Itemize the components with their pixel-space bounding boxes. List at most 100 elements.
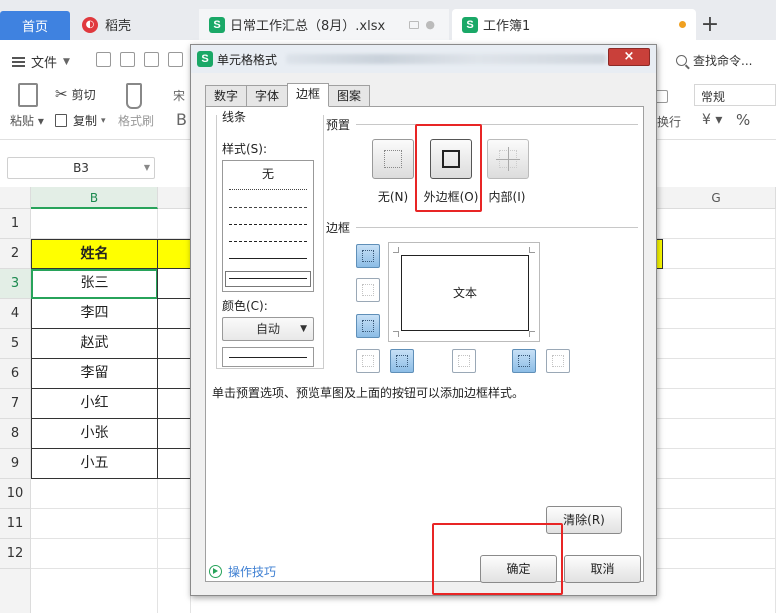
cell[interactable] bbox=[657, 389, 776, 419]
line-style-dashed[interactable] bbox=[229, 207, 307, 208]
tab-workbook1[interactable]: S 工作簿1 bbox=[452, 9, 696, 40]
border-diag-down-button[interactable] bbox=[546, 349, 570, 373]
cell[interactable] bbox=[31, 509, 158, 539]
tab-border[interactable]: 边框 bbox=[287, 83, 330, 107]
row-header[interactable]: 8 bbox=[0, 419, 31, 449]
tab-home[interactable]: 首页 bbox=[0, 11, 70, 40]
border-right-button[interactable] bbox=[512, 349, 536, 373]
cell[interactable] bbox=[657, 569, 776, 613]
cancel-button[interactable]: 取消 bbox=[564, 555, 641, 583]
cell[interactable] bbox=[31, 569, 158, 613]
cell[interactable]: 李四 bbox=[31, 299, 158, 329]
row-header[interactable]: 5 bbox=[0, 329, 31, 359]
row-header[interactable]: 11 bbox=[0, 509, 31, 539]
cell[interactable] bbox=[657, 479, 776, 509]
row-header[interactable]: 12 bbox=[0, 539, 31, 569]
cell[interactable] bbox=[157, 449, 191, 479]
cell[interactable]: 李留 bbox=[31, 359, 158, 389]
cell[interactable]: 赵武 bbox=[31, 329, 158, 359]
tips-link[interactable]: 操作技巧 bbox=[209, 563, 276, 580]
cell[interactable] bbox=[157, 299, 191, 329]
tab-font[interactable]: 字体 bbox=[246, 85, 289, 107]
copy-button[interactable]: 复制 ▾ bbox=[55, 112, 106, 129]
cell[interactable] bbox=[157, 329, 191, 359]
dialog-title-bar[interactable]: S 单元格格式 × bbox=[191, 45, 656, 73]
cell[interactable] bbox=[157, 269, 191, 299]
column-header-b[interactable]: B bbox=[31, 187, 158, 209]
preset-none-button[interactable] bbox=[372, 139, 414, 179]
cell[interactable] bbox=[31, 209, 158, 239]
new-tab-button[interactable]: + bbox=[698, 9, 722, 40]
cell[interactable] bbox=[31, 479, 158, 509]
cell[interactable] bbox=[157, 389, 191, 419]
line-style-none[interactable]: 无 bbox=[223, 165, 313, 182]
row-header[interactable]: 2 bbox=[0, 239, 31, 269]
line-style-thin[interactable] bbox=[229, 258, 307, 259]
select-all-corner[interactable] bbox=[0, 187, 31, 209]
row-header[interactable]: 10 bbox=[0, 479, 31, 509]
percent-button[interactable]: % bbox=[736, 111, 750, 129]
cell[interactable] bbox=[657, 209, 776, 239]
border-preview[interactable]: 文本 bbox=[388, 242, 540, 342]
cell[interactable] bbox=[158, 479, 191, 509]
cell[interactable] bbox=[657, 539, 776, 569]
row-header[interactable]: 9 bbox=[0, 449, 31, 479]
row-header[interactable]: 3 bbox=[0, 269, 31, 299]
tab-daoke[interactable]: ◐ 稻壳 bbox=[72, 9, 198, 40]
cell[interactable] bbox=[157, 359, 191, 389]
cell[interactable]: 小红 bbox=[31, 389, 158, 419]
cell-name-header[interactable]: 姓名 bbox=[31, 239, 158, 269]
cell[interactable] bbox=[158, 569, 191, 613]
cell[interactable] bbox=[657, 359, 776, 389]
currency-button[interactable]: ¥ ▾ bbox=[702, 112, 722, 128]
line-style-dash-dot[interactable] bbox=[229, 224, 307, 225]
number-format-select[interactable]: 常规 bbox=[694, 84, 776, 106]
row-header[interactable]: 7 bbox=[0, 389, 31, 419]
tab-pattern[interactable]: 图案 bbox=[328, 85, 371, 107]
border-top-button[interactable] bbox=[356, 244, 380, 268]
row-header[interactable]: 6 bbox=[0, 359, 31, 389]
cell-selected[interactable]: 张三 bbox=[31, 269, 158, 299]
save-icon[interactable] bbox=[96, 52, 111, 67]
row-header[interactable]: 1 bbox=[0, 209, 31, 239]
cell[interactable] bbox=[158, 209, 191, 239]
border-bottom-button[interactable] bbox=[356, 314, 380, 338]
print-icon[interactable] bbox=[144, 52, 159, 67]
paste-button[interactable]: 粘贴 ▾ bbox=[10, 112, 44, 129]
cell[interactable] bbox=[158, 509, 191, 539]
search-command[interactable]: 查找命令... bbox=[676, 52, 752, 69]
tab-number[interactable]: 数字 bbox=[205, 85, 248, 107]
cell[interactable] bbox=[657, 329, 776, 359]
cell[interactable] bbox=[657, 509, 776, 539]
line-style-dash-dot-dot[interactable] bbox=[229, 241, 307, 242]
file-menu-button[interactable]: 文件 ▼ bbox=[12, 52, 70, 71]
line-style-list[interactable]: 无 bbox=[222, 160, 314, 292]
format-painter-icon[interactable] bbox=[126, 83, 142, 109]
border-middle-h-button[interactable] bbox=[356, 278, 380, 302]
cell[interactable] bbox=[31, 539, 158, 569]
cell[interactable] bbox=[657, 449, 776, 479]
column-header-c[interactable] bbox=[158, 187, 191, 209]
cut-button[interactable]: ✂ 剪切 bbox=[55, 85, 96, 103]
paste-icon[interactable] bbox=[18, 83, 38, 107]
cell[interactable] bbox=[657, 419, 776, 449]
monitor-icon[interactable] bbox=[409, 20, 419, 29]
cell[interactable] bbox=[657, 299, 776, 329]
color-select[interactable]: 自动 ▼ bbox=[222, 317, 314, 341]
wrap-text-button[interactable]: 换行 bbox=[657, 113, 681, 130]
line-style-dotted[interactable] bbox=[229, 189, 307, 190]
border-middle-v-button[interactable] bbox=[452, 349, 476, 373]
column-header-g[interactable]: G bbox=[657, 187, 776, 209]
name-box[interactable]: B3 ▼ bbox=[7, 157, 155, 179]
border-diag-up-button[interactable] bbox=[356, 349, 380, 373]
cell[interactable] bbox=[663, 239, 776, 269]
cell[interactable] bbox=[657, 269, 776, 299]
cell[interactable] bbox=[158, 539, 191, 569]
preset-inside-button[interactable] bbox=[487, 139, 529, 179]
cell[interactable]: 小张 bbox=[31, 419, 158, 449]
line-style-solid[interactable] bbox=[229, 278, 307, 279]
border-left-button[interactable] bbox=[390, 349, 414, 373]
row-header[interactable]: 4 bbox=[0, 299, 31, 329]
row-header[interactable] bbox=[0, 569, 31, 613]
export-icon[interactable] bbox=[120, 52, 135, 67]
